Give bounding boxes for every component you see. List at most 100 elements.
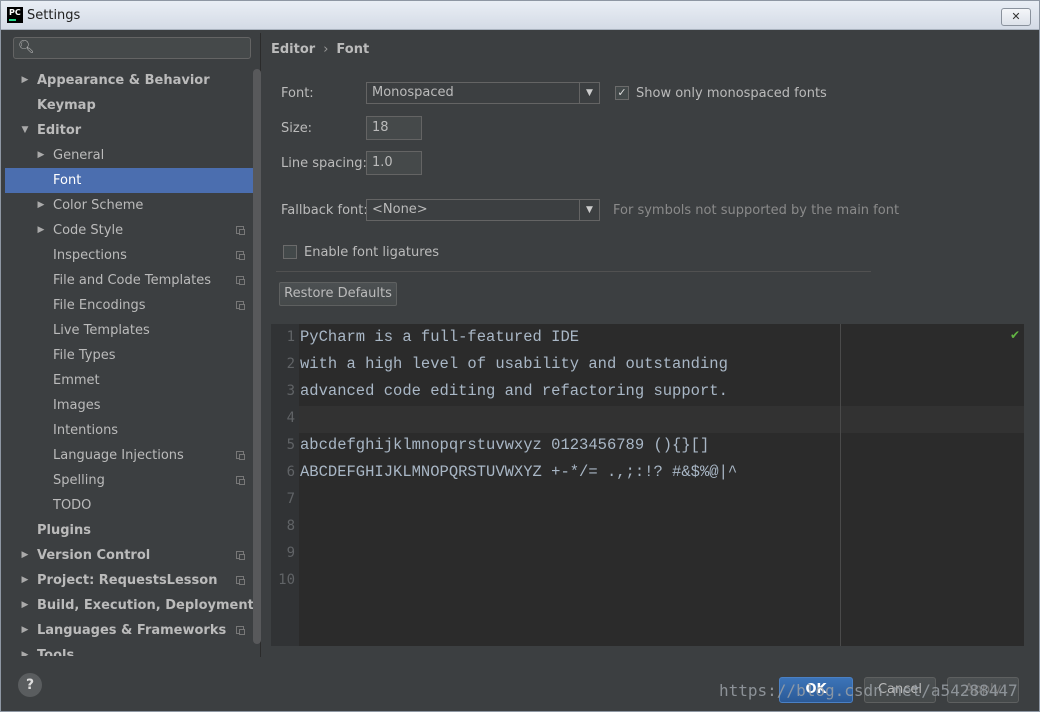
sidebar-item-label: Appearance & Behavior bbox=[37, 73, 210, 88]
expand-right-icon[interactable]: ▶ bbox=[35, 143, 47, 168]
sidebar-item-file-types[interactable]: File Types bbox=[5, 343, 260, 368]
sidebar-item-font[interactable]: Font bbox=[5, 168, 260, 193]
font-combobox[interactable]: Monospaced ▼ bbox=[366, 82, 600, 104]
sidebar-item-emmet[interactable]: Emmet bbox=[5, 368, 260, 393]
search-input[interactable]: 🔍︎ bbox=[13, 37, 251, 59]
sidebar-item-tools[interactable]: ▶ Tools bbox=[5, 643, 260, 656]
chevron-down-icon: ▼ bbox=[579, 83, 599, 103]
sidebar-item-keymap[interactable]: Keymap bbox=[5, 93, 260, 118]
sidebar-item-language-injections[interactable]: Language Injections bbox=[5, 443, 260, 468]
sidebar-item-build-execution-deployment[interactable]: ▶ Build, Execution, Deployment bbox=[5, 593, 260, 618]
expand-right-icon[interactable]: ▶ bbox=[19, 68, 31, 93]
sidebar-item-label: Version Control bbox=[37, 548, 151, 563]
expand-right-icon[interactable]: ▶ bbox=[19, 568, 31, 593]
font-ligatures-checkbox[interactable] bbox=[283, 245, 297, 259]
project-scope-icon bbox=[236, 451, 245, 460]
font-preview-editor[interactable]: 1 PyCharm is a full-featured IDE 2 with a h… bbox=[271, 324, 1024, 646]
settings-window: PC Settings ✕ 🔍︎ ▶ Appearance & Behavior K… bbox=[0, 0, 1040, 712]
expand-right-icon[interactable]: ▶ bbox=[19, 593, 31, 618]
sidebar-item-file-encodings[interactable]: File Encodings bbox=[5, 293, 260, 318]
preview-code-line: PyCharm is a full-featured IDE bbox=[300, 328, 580, 346]
fallback-font-combobox[interactable]: <None> ▼ bbox=[366, 199, 600, 221]
restore-defaults-button[interactable]: Restore Defaults bbox=[279, 282, 397, 306]
window-title: Settings bbox=[27, 8, 81, 23]
sidebar-item-label: Tools bbox=[37, 648, 75, 656]
help-button[interactable]: ? bbox=[18, 673, 42, 697]
project-scope-icon bbox=[236, 226, 245, 235]
sidebar-item-images[interactable]: Images bbox=[5, 393, 260, 418]
sidebar-item-label: General bbox=[53, 148, 105, 163]
settings-tree: ▶ Appearance & Behavior Keymap ▼ Editor ▶ Gene… bbox=[5, 68, 260, 656]
sidebar-item-live-templates[interactable]: Live Templates bbox=[5, 318, 260, 343]
expand-right-icon[interactable]: ▶ bbox=[19, 543, 31, 568]
show-monospaced-checkbox[interactable]: ✓ bbox=[615, 86, 629, 100]
project-scope-icon bbox=[236, 551, 245, 560]
sidebar-item-label: Keymap bbox=[37, 98, 96, 113]
sidebar-item-appearance-behavior[interactable]: ▶ Appearance & Behavior bbox=[5, 68, 260, 93]
expand-right-icon[interactable]: ▶ bbox=[19, 643, 31, 656]
sidebar-item-version-control[interactable]: ▶ Version Control bbox=[5, 543, 260, 568]
preview-code-line: abcdefghijklmnopqrstuvwxyz 0123456789 ()… bbox=[300, 436, 710, 454]
breadcrumb-editor[interactable]: Editor bbox=[271, 42, 315, 57]
search-icon: 🔍︎ bbox=[18, 40, 35, 55]
fallback-font-hint: For symbols not supported by the main fo… bbox=[613, 203, 900, 218]
breadcrumb-font: Font bbox=[336, 42, 370, 57]
preview-code-line: advanced code editing and refactoring su… bbox=[300, 382, 728, 400]
preview-code-line: with a high level of usability and outst… bbox=[300, 355, 728, 373]
sidebar-item-project-requestslesson[interactable]: ▶ Project: RequestsLesson bbox=[5, 568, 260, 593]
sidebar-item-label: Live Templates bbox=[53, 323, 150, 338]
caret-row-highlight bbox=[299, 406, 1024, 433]
sidebar-item-editor[interactable]: ▼ Editor bbox=[5, 118, 260, 143]
sidebar-scrollbar[interactable] bbox=[253, 69, 261, 644]
font-ligatures-label: Enable font ligatures bbox=[304, 245, 440, 260]
expand-right-icon[interactable]: ▶ bbox=[19, 618, 31, 643]
settings-sidebar: 🔍︎ ▶ Appearance & Behavior Keymap ▼ Editor ▶ G… bbox=[5, 33, 261, 657]
font-combobox-value: Monospaced bbox=[372, 85, 454, 100]
expand-down-icon[interactable]: ▼ bbox=[19, 118, 31, 143]
line-spacing-label: Line spacing: bbox=[281, 156, 367, 171]
close-button[interactable]: ✕ bbox=[1001, 8, 1031, 26]
line-number: 4 bbox=[286, 410, 295, 426]
line-number: 6 bbox=[286, 464, 295, 480]
breadcrumb-separator: › bbox=[323, 42, 329, 57]
project-scope-icon bbox=[236, 276, 245, 285]
sidebar-item-todo[interactable]: TODO bbox=[5, 493, 260, 518]
fallback-font-value: <None> bbox=[372, 202, 428, 217]
line-number: 7 bbox=[286, 491, 295, 507]
sidebar-item-spelling[interactable]: Spelling bbox=[5, 468, 260, 493]
pycharm-logo-icon: PC bbox=[7, 7, 23, 23]
expand-right-icon[interactable]: ▶ bbox=[35, 218, 47, 243]
size-label: Size: bbox=[281, 121, 313, 136]
sidebar-item-plugins[interactable]: Plugins bbox=[5, 518, 260, 543]
sidebar-item-label: Images bbox=[53, 398, 101, 413]
sidebar-item-label: File Encodings bbox=[53, 298, 146, 313]
watermark-text: https://blog.csdn.net/a54288447 bbox=[719, 681, 1018, 700]
sidebar-item-label: Plugins bbox=[37, 523, 91, 538]
sidebar-item-code-style[interactable]: ▶ Code Style bbox=[5, 218, 260, 243]
sidebar-item-label: Languages & Frameworks bbox=[37, 623, 227, 638]
line-spacing-field[interactable]: 1.0 bbox=[366, 151, 422, 175]
sidebar-item-label: File Types bbox=[53, 348, 116, 363]
line-number: 3 bbox=[286, 383, 295, 399]
sidebar-item-label: TODO bbox=[53, 498, 92, 513]
preview-code-line: ABCDEFGHIJKLMNOPQRSTUVWXYZ +-*/= .,;:!? … bbox=[300, 463, 738, 481]
sidebar-item-label: Font bbox=[53, 173, 82, 188]
sidebar-item-languages-frameworks[interactable]: ▶ Languages & Frameworks bbox=[5, 618, 260, 643]
project-scope-icon bbox=[236, 301, 245, 310]
sidebar-item-file-and-code-templates[interactable]: File and Code Templates bbox=[5, 268, 260, 293]
expand-right-icon[interactable]: ▶ bbox=[35, 193, 47, 218]
line-number: 5 bbox=[286, 437, 295, 453]
line-number: 9 bbox=[286, 545, 295, 561]
sidebar-item-label: Intentions bbox=[53, 423, 119, 438]
show-monospaced-label: Show only monospaced fonts bbox=[636, 86, 827, 101]
sidebar-item-color-scheme[interactable]: ▶ Color Scheme bbox=[5, 193, 260, 218]
sidebar-item-intentions[interactable]: Intentions bbox=[5, 418, 260, 443]
sidebar-item-inspections[interactable]: Inspections bbox=[5, 243, 260, 268]
sidebar-item-label: Color Scheme bbox=[53, 198, 144, 213]
project-scope-icon bbox=[236, 476, 245, 485]
size-field[interactable]: 18 bbox=[366, 116, 422, 140]
breadcrumb: Editor › Font bbox=[271, 42, 369, 57]
inspection-ok-icon: ✔ bbox=[1009, 328, 1020, 342]
sidebar-item-general[interactable]: ▶ General bbox=[5, 143, 260, 168]
line-number: 1 bbox=[286, 329, 295, 345]
